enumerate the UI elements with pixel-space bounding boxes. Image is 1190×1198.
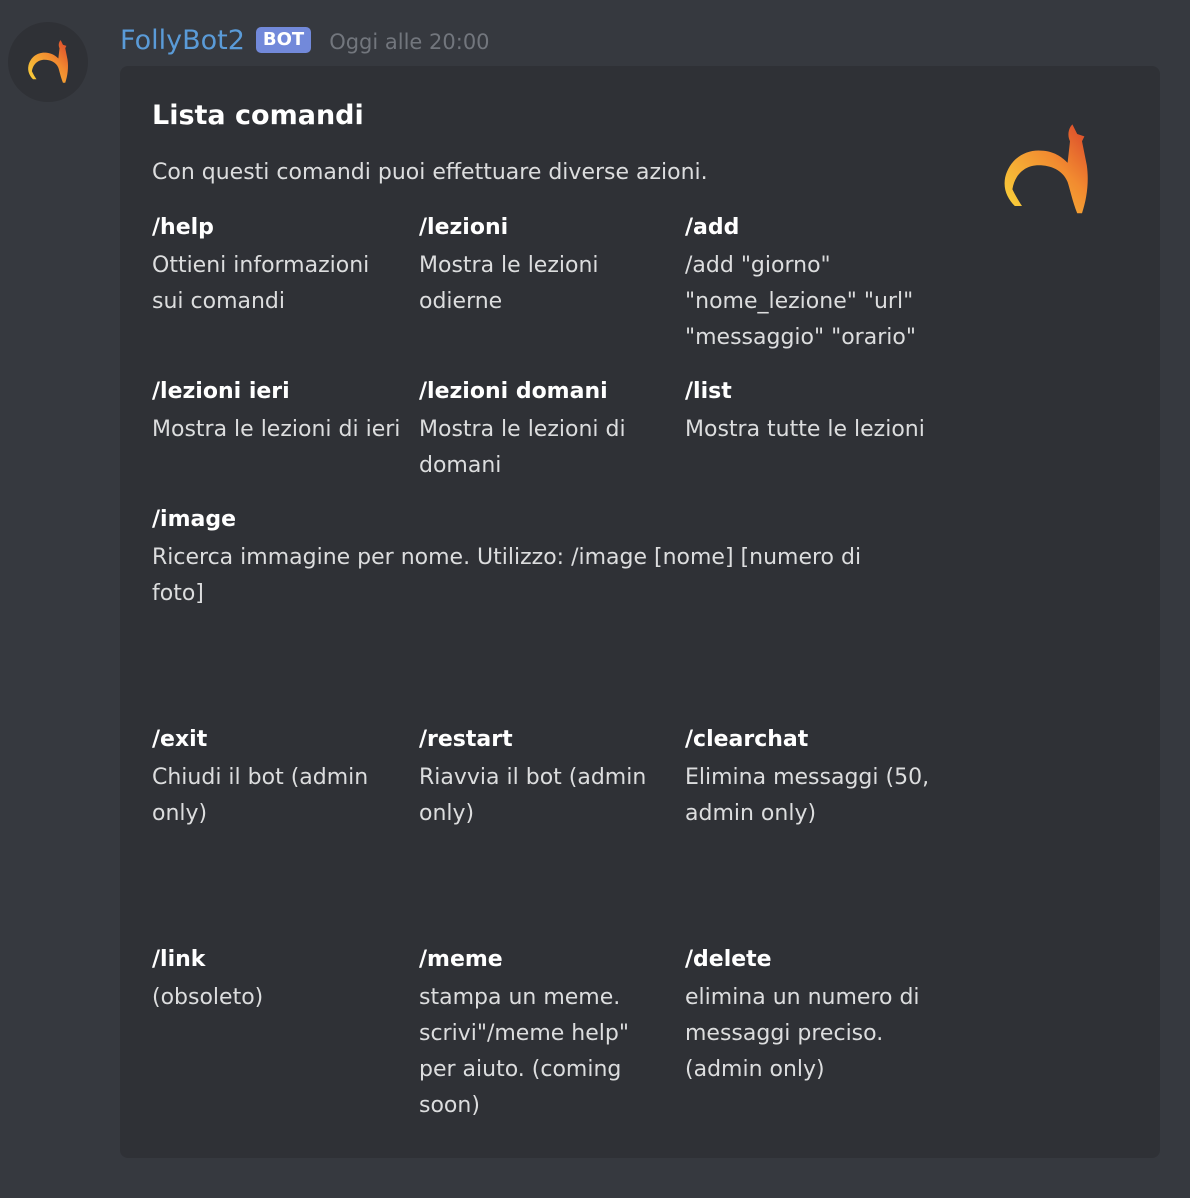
field-value: (obsoleto) <box>152 985 264 1010</box>
field-lezioni-domani: /lezioni domani Mostra le lezioni di dom… <box>419 378 671 484</box>
field-list: /list Mostra tutte le lezioni <box>685 378 937 448</box>
field-name: /clearchat <box>685 727 809 752</box>
field-restart: /restart Riavvia il bot (admin only) <box>419 726 671 832</box>
bot-tag: BOT <box>255 27 312 53</box>
field-value: Mostra le lezioni di ieri <box>152 417 401 442</box>
field-value: Mostra le lezioni odierne <box>419 253 599 314</box>
username[interactable]: FollyBot2 <box>120 25 245 56</box>
field-value: Mostra tutte le lezioni <box>685 417 925 442</box>
field-name: /meme <box>419 947 503 972</box>
field-add: /add /add "giorno" "nome_lezione" "url" … <box>685 214 937 356</box>
field-value: /add "giorno" "nome_lezione" "url" "mess… <box>685 253 916 350</box>
message-header: FollyBot2 BOT Oggi alle 20:00 <box>120 20 490 60</box>
field-name: /lezioni domani <box>419 379 608 404</box>
embed-description: Con questi comandi puoi effettuare diver… <box>152 160 708 185</box>
field-exit: /exit Chiudi il bot (admin only) <box>152 726 404 832</box>
field-name: /exit <box>152 727 208 752</box>
field-image: /image Ricerca immagine per nome. Utiliz… <box>152 506 912 612</box>
field-clearchat: /clearchat Elimina messaggi (50, admin o… <box>685 726 937 832</box>
embed-title: Lista comandi <box>152 100 364 131</box>
field-help: /help Ottieni informazioni sui comandi <box>152 214 404 320</box>
field-value: Ricerca immagine per nome. Utilizzo: /im… <box>152 545 862 606</box>
field-name: /help <box>152 215 214 240</box>
field-value: Elimina messaggi (50, admin only) <box>685 765 930 826</box>
field-name: /delete <box>685 947 772 972</box>
field-name: /image <box>152 507 237 532</box>
field-value: stampa un meme. scrivi"/meme help" per a… <box>419 985 629 1118</box>
field-lezioni: /lezioni Mostra le lezioni odierne <box>419 214 671 320</box>
timestamp[interactable]: Oggi alle 20:00 <box>329 30 489 54</box>
embed-thumbnail[interactable] <box>998 122 1094 222</box>
embed: Lista comandi Con questi comandi puoi ef… <box>120 66 1160 1158</box>
field-delete: /delete elimina un numero di messaggi pr… <box>685 946 937 1088</box>
field-lezioni-ieri: /lezioni ieri Mostra le lezioni di ieri <box>152 378 404 448</box>
field-name: /link <box>152 947 206 972</box>
field-value: Riavvia il bot (admin only) <box>419 765 647 826</box>
llama-icon <box>28 40 69 83</box>
field-value: Chiudi il bot (admin only) <box>152 765 369 826</box>
field-name: /list <box>685 379 732 404</box>
field-value: elimina un numero di messaggi preciso. (… <box>685 985 920 1082</box>
field-name: /lezioni ieri <box>152 379 290 404</box>
bot-avatar[interactable] <box>8 22 88 102</box>
field-link: /link (obsoleto) <box>152 946 404 1016</box>
field-value: Mostra le lezioni di domani <box>419 417 626 478</box>
field-name: /lezioni <box>419 215 509 240</box>
field-name: /restart <box>419 727 513 752</box>
field-value: Ottieni informazioni sui comandi <box>152 253 370 314</box>
field-meme: /meme stampa un meme. scrivi"/meme help"… <box>419 946 671 1124</box>
llama-icon <box>1004 124 1088 214</box>
field-name: /add <box>685 215 740 240</box>
